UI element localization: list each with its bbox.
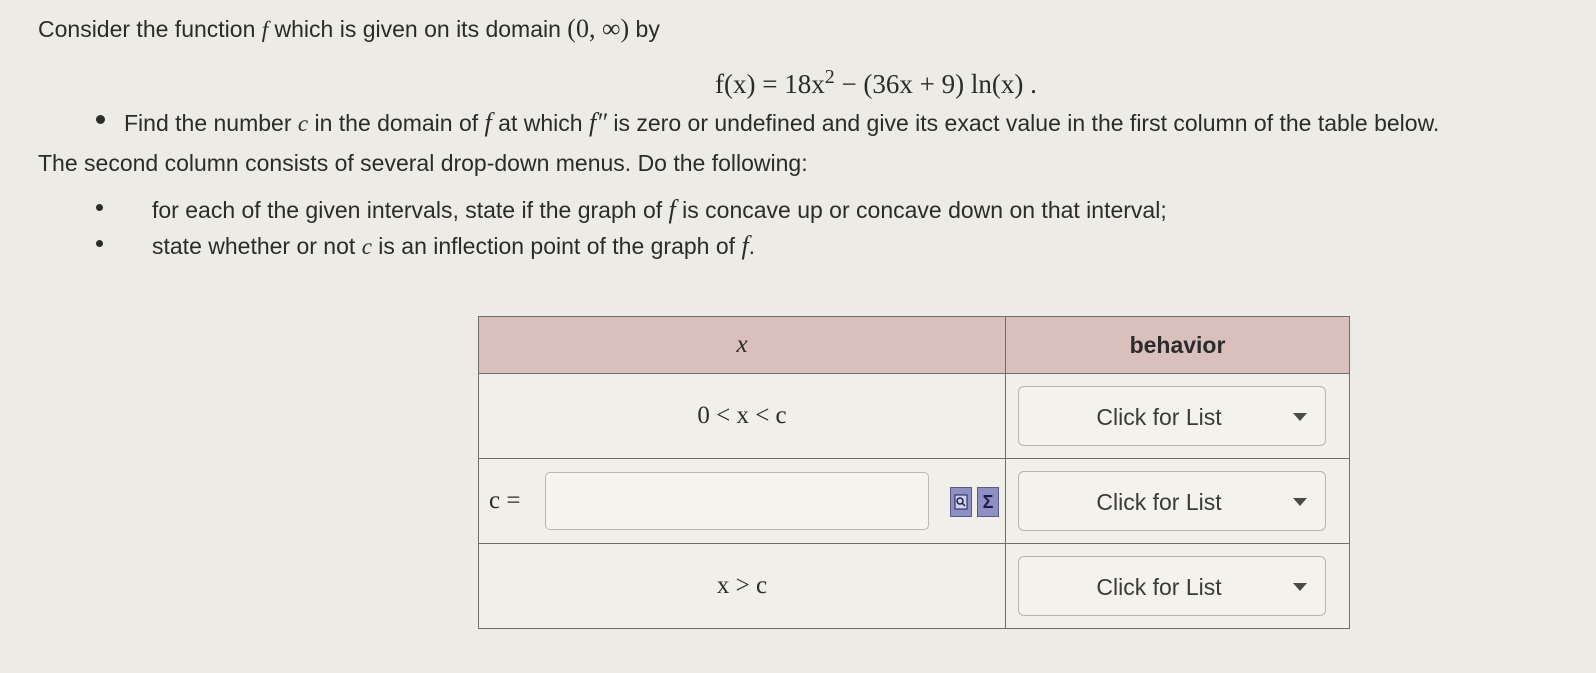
interval-right-cell: x > c [478,543,1006,629]
instruction-dropdowns: The second column consists of several dr… [38,150,808,176]
preview-icon[interactable] [950,487,972,517]
bullet-point [96,115,105,124]
list-item-concavity: for each of the given intervals, state i… [152,195,1167,224]
behavior-dropdown-right[interactable]: Click for List [1018,556,1326,616]
interval-right-label: x > c [716,572,768,599]
table-row: x > c Click for List [478,543,1350,629]
intro-text: Consider the function f which is given o… [38,14,660,43]
table-row: c = Σ Click for List [478,458,1350,544]
dropdown-arrow-icon [1293,413,1307,421]
behavior-dropdown-c[interactable]: Click for List [1018,471,1326,531]
sigma-icon[interactable]: Σ [977,487,999,517]
c-equals-label: c = [489,487,521,514]
instruction-find-c: Find the number c in the domain of f at … [124,108,1440,137]
dropdown-arrow-icon [1293,583,1307,591]
bullet-point [96,240,103,247]
table-header-row: x behavior [478,316,1350,374]
c-value-cell: c = Σ [478,458,1006,544]
dropdown-arrow-icon [1293,498,1307,506]
column-header-behavior: behavior [1005,316,1350,374]
c-value-input[interactable] [545,472,929,530]
list-item-inflection: state whether or not c is an inflection … [152,231,756,260]
function-formula: f(x) = 18x2 − (36x + 9) ln(x) . [715,66,1037,99]
bullet-point [96,204,103,211]
column-header-x: x [478,316,1006,374]
answer-table: x behavior 0 < x < c Click for List c = [478,316,1350,629]
table-row: 0 < x < c Click for List [478,373,1350,459]
behavior-dropdown-left[interactable]: Click for List [1018,386,1326,446]
interval-left-cell: 0 < x < c [478,373,1006,459]
interval-left-label: 0 < x < c [697,402,787,429]
